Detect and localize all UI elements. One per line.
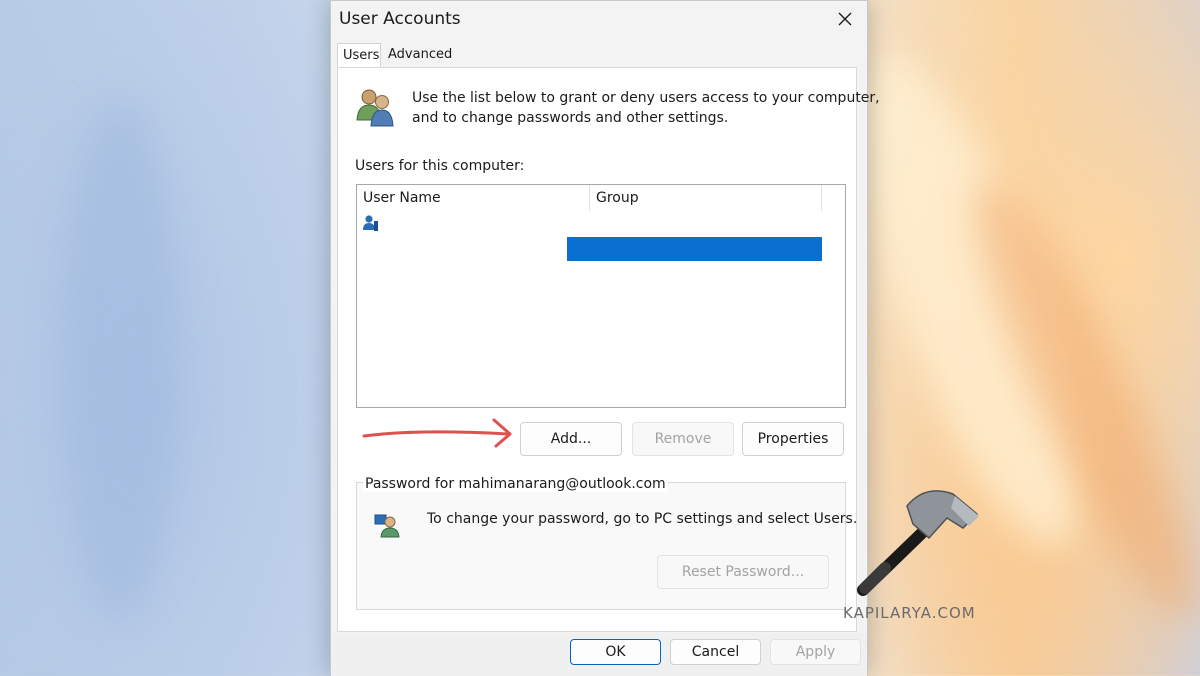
window-title: User Accounts [339, 9, 461, 29]
tab-advanced[interactable]: Advanced [383, 43, 453, 67]
row-group: Administrators [595, 214, 698, 230]
red-arrow-annotation [362, 418, 512, 448]
properties-button[interactable]: Properties [742, 422, 844, 456]
hammer-icon [857, 490, 979, 596]
close-button[interactable] [833, 7, 857, 31]
password-info-text: To change your password, go to PC settin… [427, 511, 858, 527]
column-header-user-name[interactable]: User Name [357, 185, 590, 211]
background-streak [60, 100, 180, 620]
tab-users[interactable]: Users [337, 43, 381, 68]
users-tab-panel: Use the list below to grant or deny user… [337, 67, 880, 632]
user-row-icon [363, 215, 378, 231]
reset-password-button[interactable]: Reset Password... [657, 555, 829, 589]
selection-highlight [567, 237, 822, 261]
users-list[interactable]: User Name Group Administrators [356, 184, 846, 408]
table-row[interactable]: Administrators [357, 211, 822, 261]
watermark: KAPILARYA.COM [843, 604, 976, 622]
users-icon [356, 89, 394, 127]
title-bar: User Accounts [331, 1, 867, 37]
user-accounts-dialog: User Accounts Users Advanced Use the lis… [330, 0, 880, 676]
cancel-button[interactable]: Cancel [670, 639, 761, 665]
add-button[interactable]: Add... [520, 422, 622, 456]
password-groupbox: Password for mahimanarang@outlook.com To… [356, 476, 857, 610]
password-user-icon [374, 514, 400, 538]
column-header-group[interactable]: Group [590, 185, 822, 211]
apply-button[interactable]: Apply [770, 639, 861, 665]
close-icon [838, 12, 852, 26]
dialog-footer: OK Cancel Apply [331, 633, 867, 676]
ok-button[interactable]: OK [570, 639, 661, 665]
remove-button[interactable]: Remove [632, 422, 734, 456]
users-list-label: Users for this computer: [355, 158, 525, 174]
intro-line-1: Use the list below to grant or deny user… [412, 90, 880, 106]
password-section-label: Password for mahimanarang@outlook.com [363, 476, 668, 492]
intro-line-2: and to change passwords and other settin… [412, 110, 729, 126]
